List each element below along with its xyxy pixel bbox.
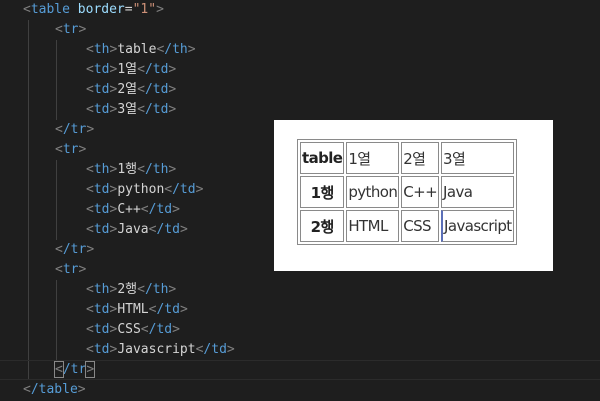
table-cell: Javascript <box>441 210 514 242</box>
table-header-cell: table <box>300 142 345 174</box>
code-line: <tr> <box>55 262 87 277</box>
rendered-table-preview: table 1열 2열 3열 1행 python C++ Java 2행 HTM… <box>274 120 553 271</box>
table-row: table 1열 2열 3열 <box>300 142 514 174</box>
code-line: <td>python</td> <box>86 182 204 197</box>
table-cell: 1열 <box>346 142 400 174</box>
indent-guide <box>56 160 57 240</box>
code-line: <td>HTML</td> <box>86 302 188 317</box>
code-line: <td>3열</td> <box>86 102 177 117</box>
code-line: <tr> <box>55 22 87 37</box>
table-header-cell: 1행 <box>300 176 345 208</box>
text-cursor <box>94 361 96 378</box>
code-line: <td>2열</td> <box>86 82 177 97</box>
table-cell: CSS <box>401 210 440 242</box>
code-line: </tr> <box>55 242 95 257</box>
code-line: <th>2행</th> <box>86 282 177 297</box>
table-cell: HTML <box>346 210 400 242</box>
code-line: <th>1행</th> <box>86 162 177 177</box>
code-line: <tr> <box>55 142 87 157</box>
table-row: 2행 HTML CSS Javascript <box>300 210 514 242</box>
code-line: <td>CSS</td> <box>86 322 180 337</box>
code-line: </tr> <box>55 122 95 137</box>
table-row: 1행 python C++ Java <box>300 176 514 208</box>
code-line: <th>table</th> <box>86 42 196 57</box>
table-cell: 3열 <box>441 142 514 174</box>
bracket-match: < <box>54 361 64 378</box>
code-line: <td>Java</td> <box>86 222 188 237</box>
bracket-match: > <box>85 361 96 378</box>
indent-guide <box>28 20 29 380</box>
table-cell: C++ <box>401 176 440 208</box>
indent-guide <box>56 40 57 120</box>
table-cell: Java <box>441 176 514 208</box>
indent-guide <box>56 280 57 360</box>
code-line-current: </tr> <box>54 361 96 378</box>
table-cell: 2열 <box>401 142 440 174</box>
table-cell: python <box>346 176 400 208</box>
preview-table: table 1열 2열 3열 1행 python C++ Java 2행 HTM… <box>297 139 517 245</box>
code-line: </table> <box>23 382 86 397</box>
code-line: <td>1열</td> <box>86 62 177 77</box>
code-line: <td>Javascript</td> <box>86 342 235 357</box>
code-line: <td>C++</td> <box>86 202 180 217</box>
code-line: <table border="1"> <box>23 2 164 17</box>
table-header-cell: 2행 <box>300 210 345 242</box>
